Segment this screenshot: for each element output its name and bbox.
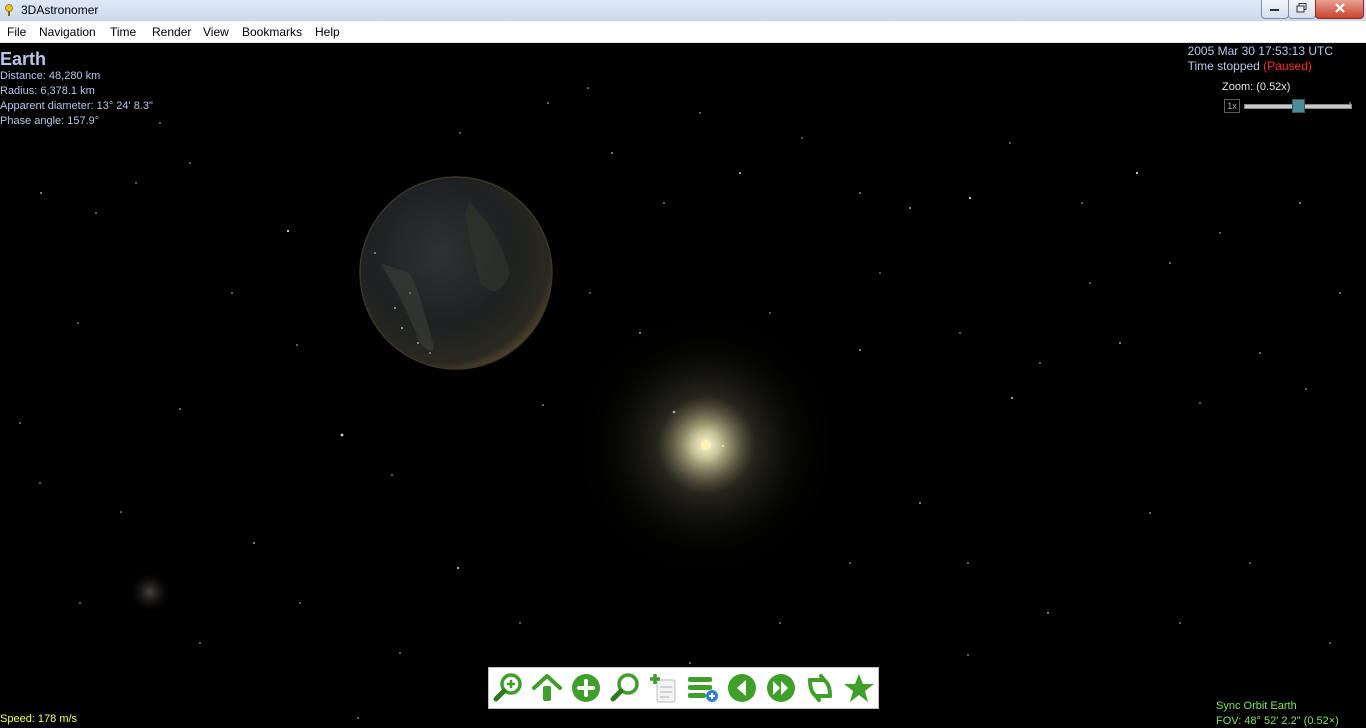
favorite-star-button[interactable] <box>843 672 875 704</box>
selected-object-name: Earth <box>0 49 47 69</box>
go-up-button[interactable] <box>531 672 563 704</box>
menu-view[interactable]: View <box>203 25 229 39</box>
add-document-button[interactable] <box>648 672 680 704</box>
space-viewport[interactable]: Earth Distance: 48,280 km Radius: 6,378.… <box>0 43 1366 728</box>
menu-render[interactable]: Render <box>152 25 191 39</box>
restore-icon <box>1296 3 1307 13</box>
go-up-icon <box>532 674 562 701</box>
rewind-button[interactable] <box>726 672 758 704</box>
phase-angle-readout: Phase angle: 157.9° <box>0 115 100 127</box>
menu-time[interactable]: Time <box>110 25 136 39</box>
fast-forward-button[interactable] <box>765 672 797 704</box>
space-scene <box>19 87 1351 719</box>
refresh-sync-icon <box>808 674 832 702</box>
paused-label: (Paused) <box>1263 59 1312 73</box>
time-status: Time stopped (Paused) <box>1187 59 1312 73</box>
app-logo-icon <box>5 4 13 16</box>
camera-status-panel: Sync Orbit Earth FOV: 48° 52' 2.2" (0.52… <box>1216 699 1339 728</box>
add-list-icon <box>688 677 718 702</box>
menu-help[interactable]: Help <box>315 25 340 39</box>
search-icon <box>610 673 639 702</box>
zoom-label: Zoom: (0.52x) <box>1222 81 1291 93</box>
fast-forward-icon <box>767 674 795 702</box>
menu-navigation[interactable]: Navigation <box>39 25 96 39</box>
favorite-star-icon <box>844 674 874 702</box>
zoom-in-tool-button[interactable] <box>492 672 524 704</box>
radius-readout: Radius: 6,378.1 km <box>0 85 95 97</box>
rewind-icon <box>728 674 756 702</box>
object-info-panel: Distance: 48,280 km Radius: 6,378.1 km A… <box>0 69 153 129</box>
maximize-button[interactable] <box>1288 0 1316 19</box>
close-icon <box>1334 3 1345 13</box>
title-bar: 3DAstronomer <box>0 0 1366 22</box>
close-button[interactable] <box>1315 0 1364 19</box>
navigation-toolbar <box>488 667 879 709</box>
zoom-in-tool-icon <box>493 673 522 702</box>
add-button[interactable] <box>570 672 602 704</box>
distant-galaxy <box>128 570 172 614</box>
search-button[interactable] <box>609 672 641 704</box>
add-list-button[interactable] <box>687 672 719 704</box>
window-title: 3DAstronomer <box>21 3 99 17</box>
mode-readout: Sync Orbit Earth <box>1216 700 1297 712</box>
time-panel: 2005 Mar 30 17:53:13 UTC Time stopped (P… <box>1188 44 1333 74</box>
minimize-icon <box>1270 9 1279 11</box>
menu-bar: File Navigation Time Render View Bookmar… <box>0 21 1366 43</box>
zoom-slider-thumb[interactable] <box>1292 99 1305 113</box>
add-document-icon <box>650 674 676 703</box>
fov-readout: FOV: 48° 52' 2.2" (0.52×) <box>1216 715 1339 727</box>
zoom-reset-button[interactable]: 1x <box>1224 99 1240 113</box>
datetime-readout: 2005 Mar 30 17:53:13 UTC <box>1187 44 1333 58</box>
speed-readout: Speed: 178 m/s <box>0 713 78 725</box>
add-icon <box>572 674 600 702</box>
sun[interactable] <box>701 440 711 450</box>
distance-readout: Distance: 48,280 km <box>0 70 101 82</box>
earth-planet[interactable] <box>359 176 553 370</box>
menu-file[interactable]: File <box>7 25 26 39</box>
apparent-diameter-readout: Apparent diameter: 13° 24' 8.3" <box>0 100 153 112</box>
menu-bookmarks[interactable]: Bookmarks <box>242 25 302 39</box>
minimize-button[interactable] <box>1261 0 1289 19</box>
refresh-sync-button[interactable] <box>804 672 836 704</box>
